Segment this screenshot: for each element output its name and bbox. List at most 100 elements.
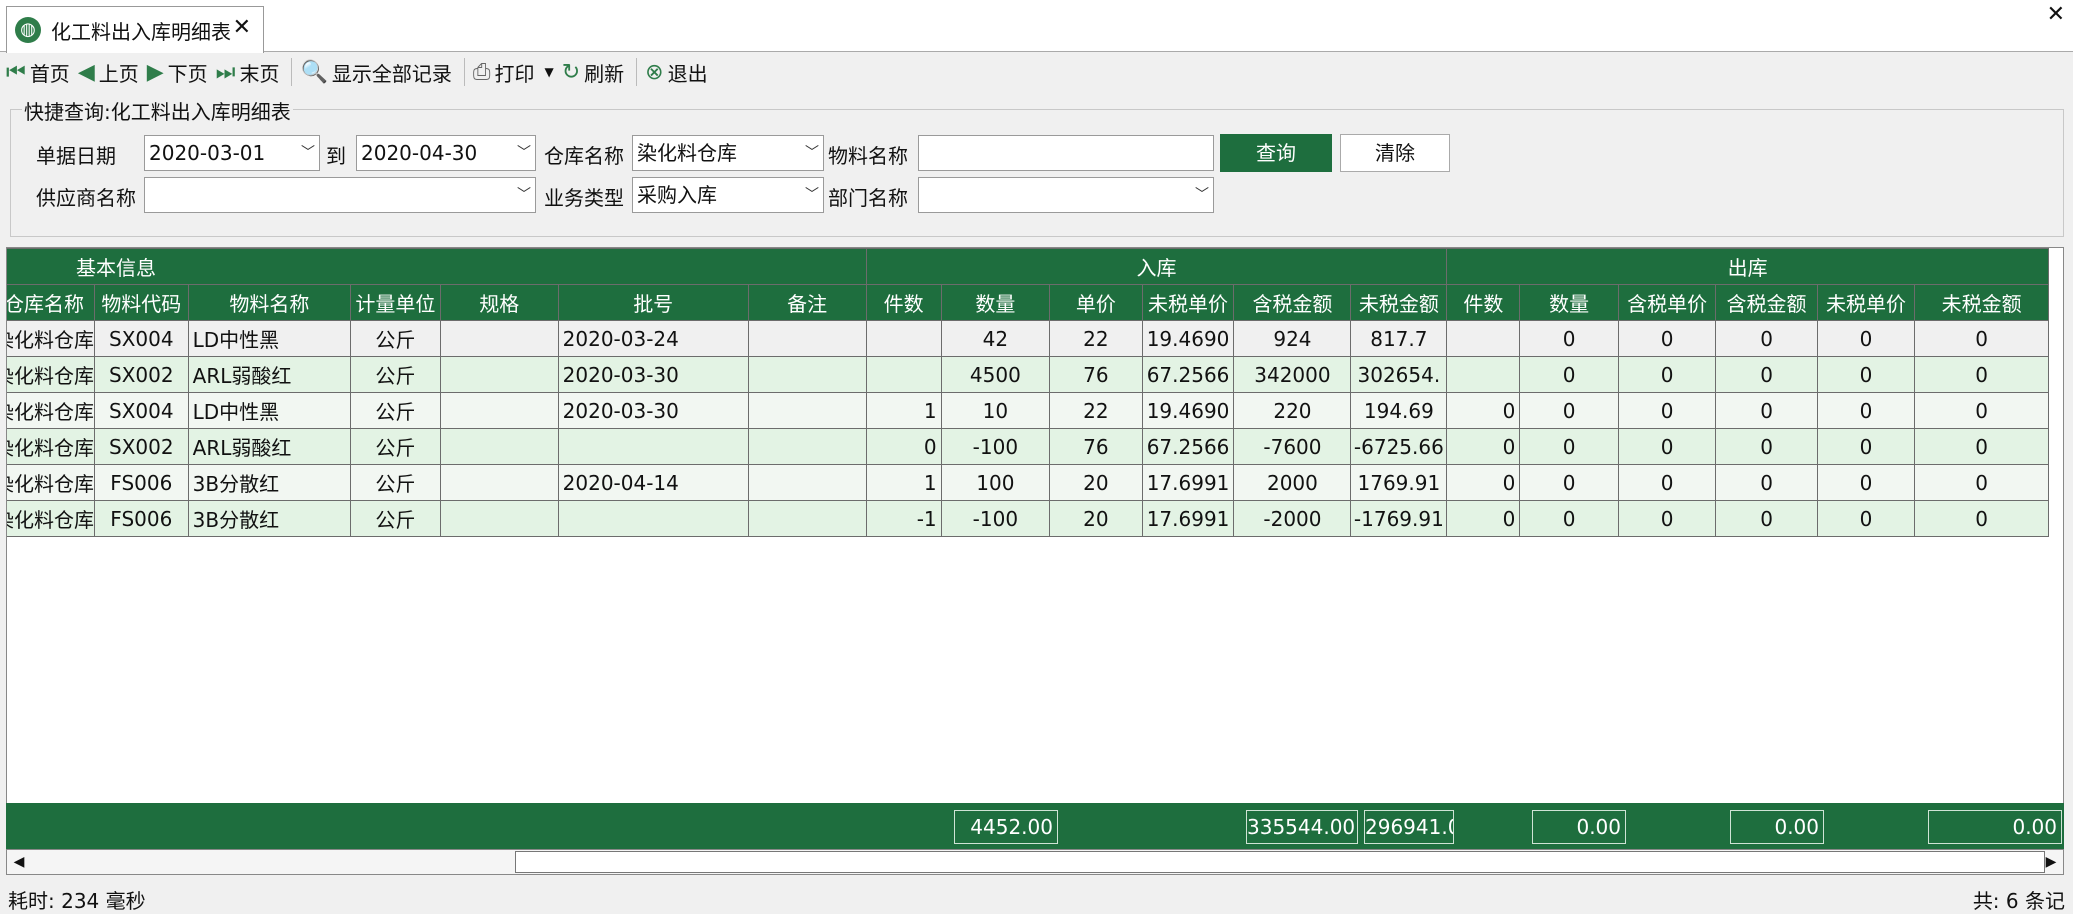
- table-cell[interactable]: -7600: [1233, 428, 1352, 465]
- table-cell[interactable]: 0: [1715, 464, 1818, 501]
- table-cell[interactable]: ARL弱酸红: [187, 356, 352, 393]
- table-cell[interactable]: 0: [1715, 500, 1818, 537]
- table-cell[interactable]: [439, 320, 559, 357]
- table-cell[interactable]: 公斤: [350, 392, 441, 429]
- table-cell[interactable]: 10: [940, 392, 1051, 429]
- table-cell[interactable]: -100: [940, 500, 1051, 537]
- table-cell[interactable]: 1: [865, 392, 942, 429]
- first-page-button[interactable]: ⏮ 首页: [4, 55, 76, 89]
- table-cell[interactable]: [747, 464, 867, 501]
- table-cell[interactable]: [747, 320, 867, 357]
- table-cell[interactable]: 22: [1049, 320, 1143, 357]
- table-cell[interactable]: 0: [1816, 464, 1916, 501]
- table-cell[interactable]: 0: [1519, 392, 1619, 429]
- table-cell[interactable]: 染化料仓库: [7, 392, 95, 429]
- table-cell[interactable]: 817.7: [1350, 320, 1448, 357]
- table-cell[interactable]: 2000: [1233, 464, 1352, 501]
- table-cell[interactable]: 76: [1049, 356, 1143, 393]
- table-cell[interactable]: 0: [1715, 356, 1818, 393]
- table-cell[interactable]: 0: [1816, 356, 1916, 393]
- table-cell[interactable]: 0: [1519, 500, 1619, 537]
- column-header[interactable]: 备注: [747, 284, 867, 321]
- table-cell[interactable]: [1446, 320, 1521, 357]
- table-cell[interactable]: 20: [1049, 464, 1143, 501]
- table-cell[interactable]: [439, 428, 559, 465]
- table-cell[interactable]: [747, 392, 867, 429]
- table-cell[interactable]: 0: [1519, 320, 1619, 357]
- table-cell[interactable]: 0: [1715, 392, 1818, 429]
- table-cell[interactable]: 0: [1446, 392, 1521, 429]
- scroll-right-icon[interactable]: ▶: [2039, 850, 2063, 874]
- table-cell[interactable]: 2020-03-30: [557, 392, 749, 429]
- column-header[interactable]: 计量单位: [350, 284, 441, 321]
- table-cell[interactable]: [439, 464, 559, 501]
- table-cell[interactable]: 1: [865, 464, 942, 501]
- table-cell[interactable]: 0: [1519, 428, 1619, 465]
- table-cell[interactable]: 100: [940, 464, 1051, 501]
- table-cell[interactable]: [865, 356, 942, 393]
- table-cell[interactable]: 0: [1617, 428, 1717, 465]
- table-cell[interactable]: [1446, 356, 1521, 393]
- table-cell[interactable]: 公斤: [350, 428, 441, 465]
- table-cell[interactable]: 0: [1816, 392, 1916, 429]
- table-cell[interactable]: [439, 356, 559, 393]
- table-cell[interactable]: 染化料仓库: [7, 500, 95, 537]
- table-cell[interactable]: 302654.: [1350, 356, 1448, 393]
- table-cell[interactable]: 公斤: [350, 320, 441, 357]
- table-cell[interactable]: 公斤: [350, 500, 441, 537]
- table-cell[interactable]: 染化料仓库: [7, 356, 95, 393]
- table-row[interactable]: 染化料仓库SX004LD中性黑公斤 2020-03-30 1102219.46902…: [7, 392, 2049, 429]
- table-cell[interactable]: 公斤: [350, 464, 441, 501]
- table-cell[interactable]: 20: [1049, 500, 1143, 537]
- table-cell[interactable]: [865, 320, 942, 357]
- table-cell[interactable]: 22: [1049, 392, 1143, 429]
- column-header[interactable]: 含税单价: [1617, 284, 1717, 321]
- table-cell[interactable]: -1769.91: [1350, 500, 1448, 537]
- window-close-icon[interactable]: ✕: [2047, 2, 2065, 27]
- horizontal-scrollbar[interactable]: ◀ ▶: [6, 849, 2064, 875]
- column-header[interactable]: 物料名称: [187, 284, 352, 321]
- table-cell[interactable]: 4500: [940, 356, 1051, 393]
- table-cell[interactable]: 0: [1816, 500, 1916, 537]
- table-cell[interactable]: 19.4690: [1141, 392, 1235, 429]
- table-cell[interactable]: 3B分散红: [187, 500, 352, 537]
- search-button[interactable]: 查询: [1220, 134, 1332, 172]
- table-row[interactable]: 染化料仓库FS0063B分散红公斤 2020-04-14 11002017.6991…: [7, 464, 2049, 501]
- table-cell[interactable]: -6725.66: [1350, 428, 1448, 465]
- table-cell[interactable]: 2020-04-14: [557, 464, 749, 501]
- table-cell[interactable]: 67.2566: [1141, 428, 1235, 465]
- column-header[interactable]: 数量: [1519, 284, 1619, 321]
- table-cell[interactable]: SX002: [94, 356, 189, 393]
- table-cell[interactable]: 0: [1914, 428, 2049, 465]
- table-cell[interactable]: 0: [1446, 464, 1521, 501]
- table-cell[interactable]: 0: [1914, 500, 2049, 537]
- tab-report[interactable]: ◍ 化工料出入库明细表 ✕: [6, 6, 264, 53]
- table-cell[interactable]: 染化料仓库: [7, 464, 95, 501]
- supplier-select[interactable]: ﹀: [144, 177, 536, 213]
- table-cell[interactable]: 220: [1233, 392, 1352, 429]
- scroll-left-icon[interactable]: ◀: [7, 850, 31, 874]
- table-cell[interactable]: SX004: [94, 320, 189, 357]
- column-header[interactable]: 仓库名称: [7, 284, 95, 321]
- table-cell[interactable]: 2020-03-24: [557, 320, 749, 357]
- table-cell[interactable]: 924: [1233, 320, 1352, 357]
- table-row[interactable]: 染化料仓库FS0063B分散红公斤 -1-1002017.6991-2000-17…: [7, 500, 2049, 537]
- table-cell[interactable]: 1769.91: [1350, 464, 1448, 501]
- table-cell[interactable]: ARL弱酸红: [187, 428, 352, 465]
- table-cell[interactable]: 0: [1816, 320, 1916, 357]
- show-all-button[interactable]: 🔍 显示全部记录: [298, 55, 457, 89]
- table-cell[interactable]: 0: [1617, 500, 1717, 537]
- column-header[interactable]: 数量: [940, 284, 1051, 321]
- column-header[interactable]: 件数: [865, 284, 942, 321]
- table-cell[interactable]: 染化料仓库: [7, 320, 95, 357]
- table-cell[interactable]: FS006: [94, 500, 189, 537]
- table-cell[interactable]: [747, 428, 867, 465]
- column-header[interactable]: 批号: [557, 284, 749, 321]
- table-cell[interactable]: -2000: [1233, 500, 1352, 537]
- tab-close-icon[interactable]: ✕: [233, 15, 251, 40]
- column-header[interactable]: 未税金额: [1350, 284, 1448, 321]
- table-cell[interactable]: 0: [1617, 464, 1717, 501]
- table-cell[interactable]: 0: [1617, 320, 1717, 357]
- table-row[interactable]: 染化料仓库SX004LD中性黑公斤 2020-03-24 422219.469092…: [7, 320, 2049, 357]
- table-cell[interactable]: 0: [1715, 320, 1818, 357]
